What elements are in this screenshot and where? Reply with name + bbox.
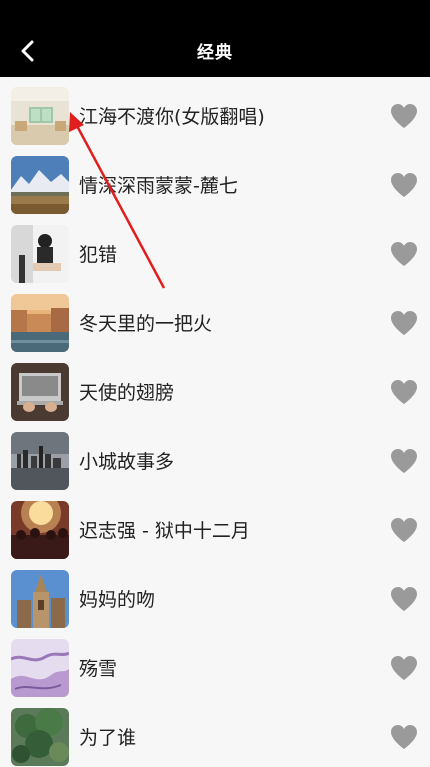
heart-icon[interactable] bbox=[390, 172, 418, 198]
page-title: 经典 bbox=[197, 43, 233, 63]
heart-icon[interactable] bbox=[390, 517, 418, 543]
song-title: 情深深雨蒙蒙-麓七 bbox=[79, 175, 238, 197]
album-thumbnail bbox=[11, 432, 69, 490]
album-thumbnail bbox=[11, 639, 69, 697]
song-title: 妈妈的吻 bbox=[79, 589, 156, 611]
heart-icon[interactable] bbox=[390, 655, 418, 681]
heart-icon[interactable] bbox=[390, 379, 418, 405]
album-thumbnail bbox=[11, 570, 69, 628]
song-title: 迟志强 - 狱中十二月 bbox=[79, 520, 250, 542]
list-item[interactable]: 小城故事多 bbox=[0, 422, 430, 491]
heart-icon[interactable] bbox=[390, 586, 418, 612]
list-item[interactable]: 犯错 bbox=[0, 215, 430, 284]
list-item[interactable]: 冬天里的一把火 bbox=[0, 284, 430, 353]
top-bar: 经典 bbox=[0, 0, 430, 77]
heart-icon[interactable] bbox=[390, 241, 418, 267]
list-item[interactable]: 殇雪 bbox=[0, 629, 430, 698]
heart-icon[interactable] bbox=[390, 448, 418, 474]
list-item[interactable]: 迟志强 - 狱中十二月 bbox=[0, 491, 430, 560]
song-title: 犯错 bbox=[79, 244, 118, 266]
album-thumbnail bbox=[11, 708, 69, 766]
heart-icon[interactable] bbox=[390, 103, 418, 129]
album-thumbnail bbox=[11, 363, 69, 421]
album-thumbnail bbox=[11, 225, 69, 283]
album-thumbnail bbox=[11, 501, 69, 559]
album-thumbnail bbox=[11, 87, 69, 145]
song-list: 江海不渡你(女版翻唱) 情深深雨蒙蒙-麓七 犯错 冬天里的一把火 天使的翅膀 小… bbox=[0, 77, 430, 767]
album-thumbnail bbox=[11, 156, 69, 214]
list-item[interactable]: 天使的翅膀 bbox=[0, 353, 430, 422]
heart-icon[interactable] bbox=[390, 724, 418, 750]
list-item[interactable]: 江海不渡你(女版翻唱) bbox=[0, 77, 430, 146]
song-title: 为了谁 bbox=[79, 727, 137, 749]
song-title: 殇雪 bbox=[79, 658, 118, 680]
album-thumbnail bbox=[11, 294, 69, 352]
list-item[interactable]: 妈妈的吻 bbox=[0, 560, 430, 629]
list-item[interactable]: 情深深雨蒙蒙-麓七 bbox=[0, 146, 430, 215]
song-title: 小城故事多 bbox=[79, 451, 175, 473]
song-title: 冬天里的一把火 bbox=[79, 313, 213, 335]
song-title: 江海不渡你(女版翻唱) bbox=[79, 106, 265, 128]
song-title: 天使的翅膀 bbox=[79, 382, 175, 404]
list-item[interactable]: 为了谁 bbox=[0, 698, 430, 767]
heart-icon[interactable] bbox=[390, 310, 418, 336]
